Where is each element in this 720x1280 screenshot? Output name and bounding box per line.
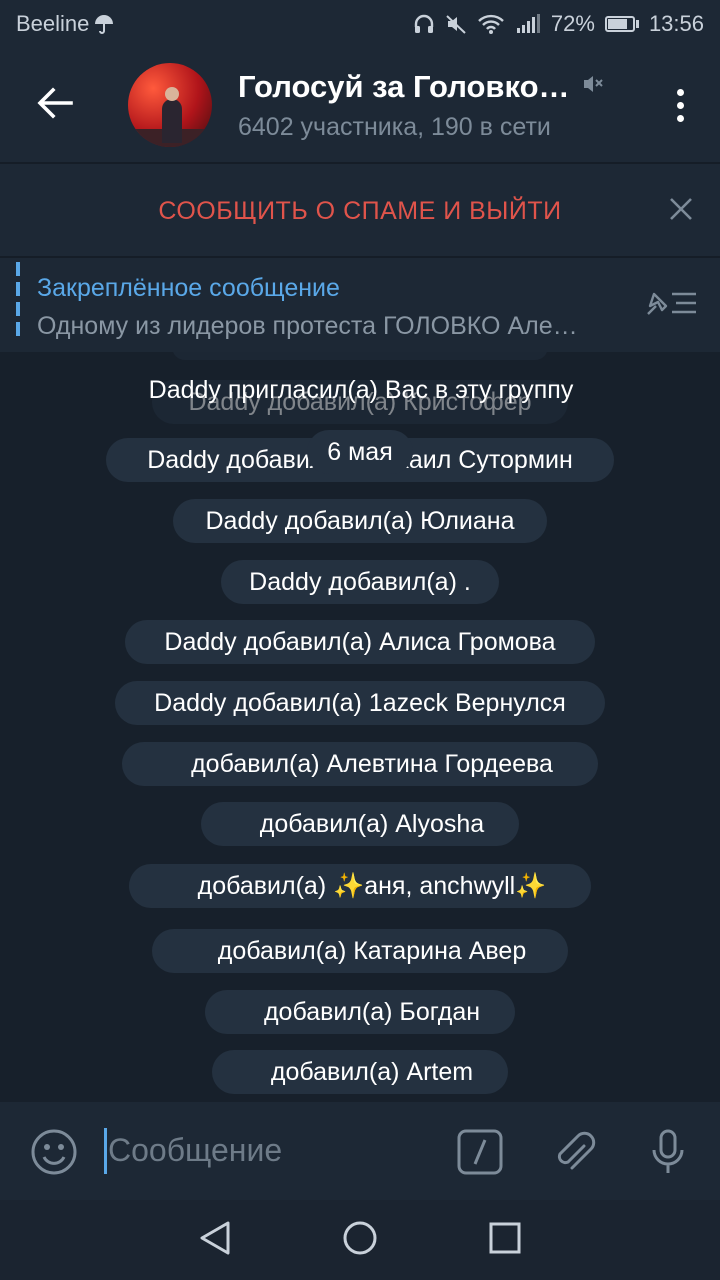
back-arrow-icon [37, 86, 73, 124]
pinned-message[interactable]: Закреплённое сообщение Одному из лидеров… [0, 256, 720, 352]
system-nav-bar [0, 1200, 720, 1280]
message-composer: Сообщение [0, 1102, 720, 1200]
service-message: добавил(а) Artem [212, 1050, 508, 1094]
close-icon[interactable] [668, 196, 694, 227]
service-message: Daddy добавил(а) Юлиана [173, 499, 547, 543]
pinned-title: Закреплённое сообщение [37, 274, 340, 302]
service-message: Daddy добавил(а) Алиса Громова [125, 620, 595, 664]
carrier: Beeline [16, 11, 413, 37]
mic-icon[interactable] [644, 1128, 692, 1181]
chat-title-area[interactable]: Голосуй за Головко… 6402 участника, 190 … [238, 69, 640, 142]
group-avatar[interactable] [128, 63, 212, 147]
clock: 13:56 [648, 11, 704, 36]
battery-icon [604, 16, 639, 32]
report-spam-bar: СООБЩИТЬ О СПАМЕ И ВЫЙТИ [0, 162, 720, 258]
service-message: Daddy пригласил(а) Вас в эту группу [148, 376, 574, 404]
report-spam-button[interactable]: СООБЩИТЬ О СПАМЕ И ВЫЙТИ [158, 197, 561, 226]
chat-header: Голосуй за Головко… 6402 участника, 190 … [0, 48, 720, 162]
service-message-partial [172, 352, 548, 360]
service-message: Daddy добавил(а) . [221, 560, 499, 604]
nav-recents-icon[interactable] [488, 1221, 522, 1260]
muted-speaker-icon [580, 71, 606, 102]
bot-command-icon[interactable] [456, 1128, 504, 1181]
service-message: добавил(а) Алевтина Гордеева [122, 742, 598, 786]
unpin-icon[interactable] [644, 288, 698, 323]
message-input[interactable]: Сообщение [108, 1132, 282, 1169]
emoji-icon[interactable] [30, 1128, 78, 1181]
date-separator: 6 мая [307, 430, 413, 474]
more-vert-icon[interactable] [640, 88, 720, 122]
service-message: добавил(а) ✨аня, anchwyll✨ [129, 864, 591, 908]
text-cursor [104, 1128, 107, 1174]
carrier-name: Beeline [16, 11, 90, 36]
attach-icon[interactable] [550, 1128, 598, 1181]
battery-percent: 72% [550, 11, 595, 36]
nav-back-icon[interactable] [198, 1220, 232, 1261]
umbrella-icon [93, 13, 115, 35]
wifi-icon [477, 13, 505, 35]
chat-title: Голосуй за Головко… [238, 68, 570, 104]
pinned-text: Одному из лидеров протеста ГОЛОВКО Але… [37, 312, 578, 340]
pinned-indicator [16, 262, 20, 338]
headphones-icon [413, 13, 435, 35]
mute-icon [445, 13, 467, 35]
service-message: добавил(а) Alyosha [201, 802, 519, 846]
service-message: добавил(а) Катарина Авер [152, 929, 568, 973]
service-message: Daddy добавил(а) 1azeck Вернулся [115, 681, 605, 725]
service-message: добавил(а) Богдан [205, 990, 515, 1034]
back-button[interactable] [0, 48, 110, 162]
status-bar: Beeline 72% 13:56 [0, 0, 720, 48]
message-list[interactable]: Daddy добавил(а) Кристофер Daddy приглас… [0, 352, 720, 1100]
signal-icon [515, 13, 541, 35]
nav-home-icon[interactable] [342, 1220, 378, 1261]
chat-subtitle: 6402 участника, 190 в сети [238, 112, 551, 141]
